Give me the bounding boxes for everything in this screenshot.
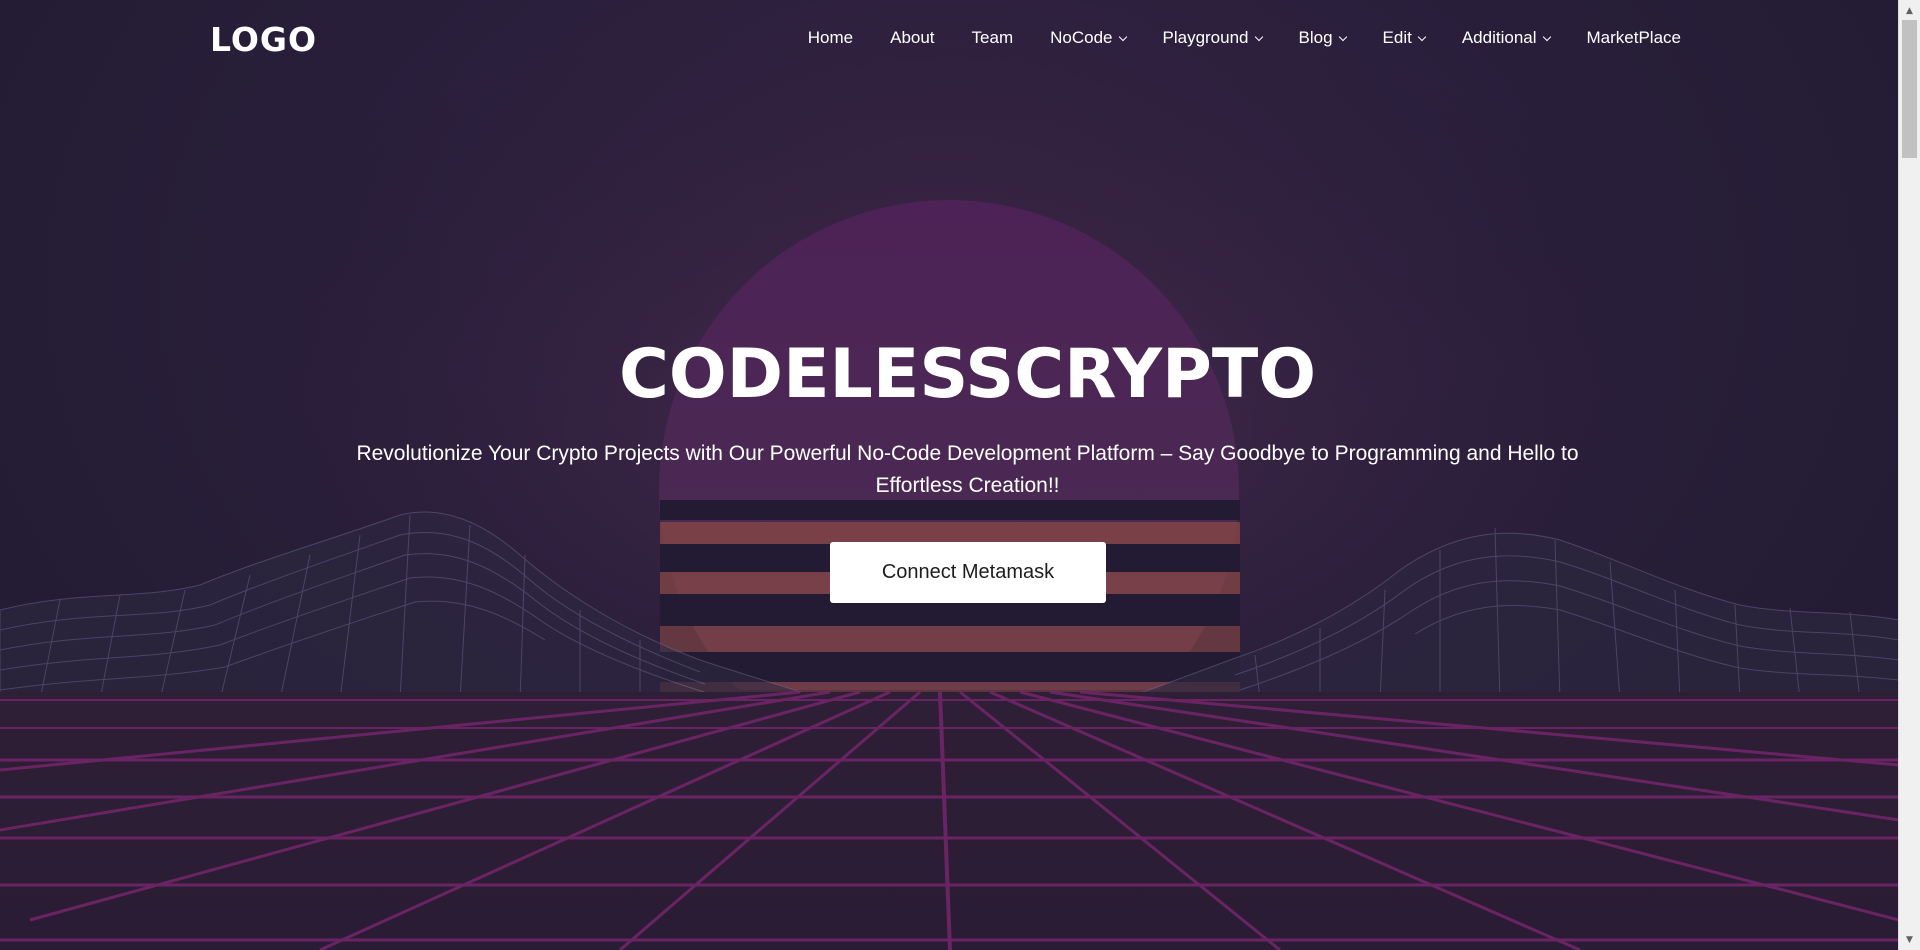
chevron-down-icon: [1338, 32, 1347, 41]
nav-item-nocode[interactable]: NoCode: [1050, 28, 1127, 48]
chevron-down-icon: [1118, 32, 1127, 41]
nav-item-marketplace[interactable]: MarketPlace: [1587, 28, 1681, 48]
nav-item-about[interactable]: About: [890, 28, 934, 48]
chevron-down-icon: [1542, 32, 1551, 41]
nav-item-label: MarketPlace: [1586, 28, 1681, 47]
scroll-down-arrow-icon[interactable]: ▼: [1899, 931, 1920, 948]
nav-item-label: NoCode: [1050, 28, 1113, 47]
chevron-down-icon: [1417, 32, 1427, 41]
nav-item-label: Team: [971, 28, 1014, 47]
hero-title: CODELESSCRYPTO: [618, 335, 1317, 414]
nav-item-playground[interactable]: Playground: [1162, 28, 1263, 48]
site-logo[interactable]: LOGO: [210, 20, 317, 59]
scroll-up-arrow-icon[interactable]: ▲: [1899, 2, 1920, 19]
nav-item-additional[interactable]: Additional: [1461, 28, 1551, 48]
page: LOGO Home About Team NoCode Playground B…: [0, 0, 1899, 950]
hero-subtitle-line1: Revolutionize Your Crypto Projects with …: [356, 442, 1579, 465]
nav-item-label: Playground: [1162, 28, 1249, 47]
nav-item-label: Home: [807, 28, 854, 47]
nav-item-label: About: [890, 28, 935, 47]
scrollbar-thumb[interactable]: [1902, 20, 1917, 158]
page-scrollbar[interactable]: ▲ ▼: [1898, 0, 1920, 950]
nav-item-team[interactable]: Team: [972, 28, 1014, 48]
hero-subtitle-line2: Effortless Creation!!: [875, 474, 1060, 497]
main-nav: Home About Team NoCode Playground Blog E…: [808, 28, 1681, 48]
nav-item-label: Blog: [1298, 28, 1333, 47]
nav-item-label: Additional: [1461, 28, 1537, 47]
chevron-down-icon: [1254, 32, 1263, 41]
nav-item-label: Edit: [1382, 28, 1412, 47]
nav-item-blog[interactable]: Blog: [1298, 28, 1347, 48]
nav-item-edit[interactable]: Edit: [1382, 28, 1427, 48]
hero-subtitle: Revolutionize Your Crypto Projects with …: [330, 438, 1605, 502]
site-header: LOGO Home About Team NoCode Playground B…: [0, 0, 1899, 84]
connect-metamask-button[interactable]: Connect Metamask: [830, 542, 1106, 603]
nav-item-home[interactable]: Home: [808, 28, 853, 48]
